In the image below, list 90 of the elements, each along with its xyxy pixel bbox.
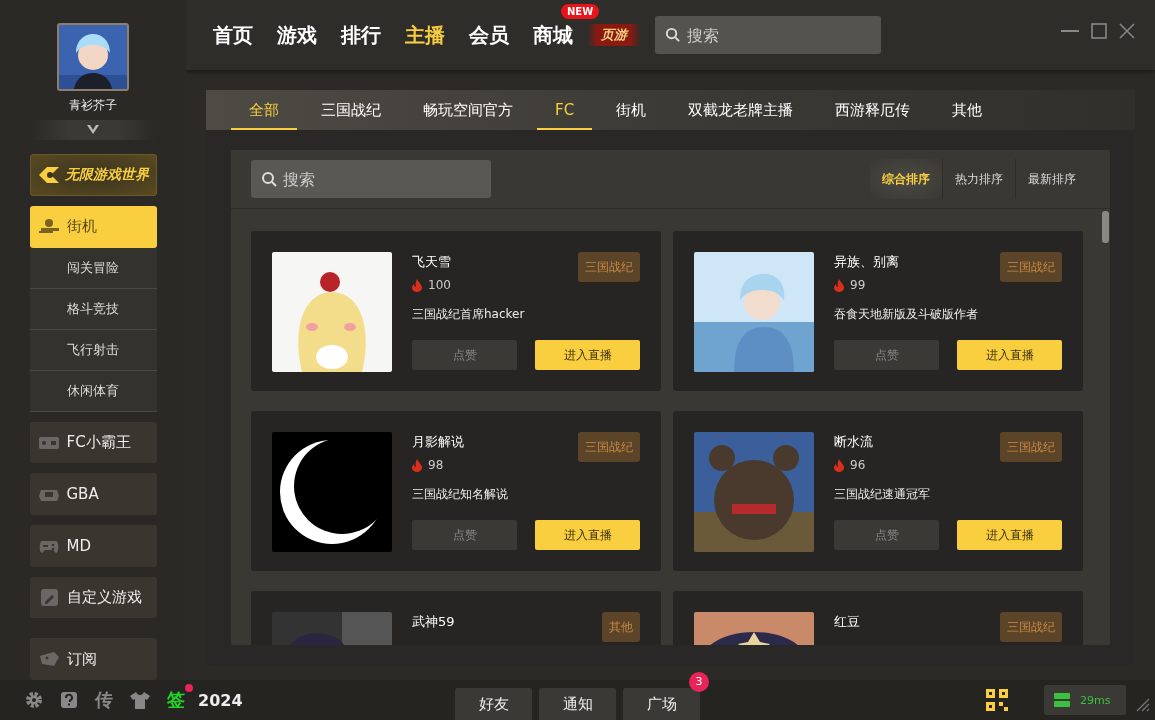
category-tab[interactable]: 街机	[598, 90, 665, 130]
nav-tab[interactable]: 首页	[213, 21, 253, 49]
heat-count: 98	[428, 458, 444, 472]
streamer-description: 三国战纪首席hacker	[412, 306, 526, 323]
sidebar-item[interactable]: 自定义游戏	[29, 576, 157, 619]
flame-icon	[834, 278, 844, 292]
heat-count: 100	[428, 278, 451, 292]
server-icon	[1054, 693, 1070, 707]
category-tab[interactable]: 双截龙老牌主播	[670, 90, 812, 130]
sign-in-tool[interactable]: 签	[167, 688, 185, 712]
category-tab[interactable]: 三国战纪	[303, 90, 399, 130]
heat-count: 99	[850, 278, 866, 292]
sidebar-item[interactable]: GBA	[29, 473, 157, 516]
category-tab[interactable]: FC	[537, 90, 593, 130]
maximize-icon	[1091, 23, 1107, 39]
submenu-item[interactable]: 格斗竞技	[29, 288, 157, 330]
streamer-description: 三国战纪速通冠军	[834, 486, 931, 503]
latency-text: 29ms	[1080, 693, 1111, 707]
enter-stream-button[interactable]: 进入直播	[535, 340, 640, 370]
sidebar-item-label: FC小霸王	[66, 433, 131, 453]
resize-grip-icon	[1136, 698, 1150, 712]
category-tag: 三国战纪	[1000, 612, 1062, 642]
sidebar-item[interactable]: FC小霸王	[29, 421, 157, 464]
logo-text: 无限游戏世界	[65, 166, 149, 185]
help-icon	[60, 691, 78, 709]
streamer-name: 飞天雪	[412, 253, 451, 271]
enter-stream-button[interactable]: 进入直播	[957, 520, 1062, 550]
nav-tab[interactable]: 会员	[469, 21, 509, 49]
nav-tab[interactable]: 游戏	[277, 21, 317, 49]
heat-count: 96	[850, 458, 866, 472]
category-tag: 三国战纪	[578, 432, 640, 462]
flame-icon	[412, 278, 422, 292]
settings-icon	[25, 691, 43, 709]
submenu-item[interactable]: 飞行射击	[29, 329, 157, 371]
category-tag: 三国战纪	[578, 252, 640, 282]
streamer-description: 三国战纪知名解说	[412, 486, 509, 503]
flame-icon	[834, 458, 844, 472]
enter-stream-button[interactable]: 进入直播	[957, 340, 1062, 370]
year-label: 2024	[198, 690, 243, 710]
minimize-icon	[1061, 30, 1079, 32]
nav-tab[interactable]: 主播	[405, 21, 445, 49]
qr-code-icon	[986, 689, 1008, 711]
tshirt-icon	[130, 691, 150, 709]
streamer-name: 武神59	[412, 613, 455, 631]
submenu-item[interactable]: 休闲体育	[29, 370, 157, 412]
sidebar-item[interactable]: 街机	[29, 206, 157, 248]
enter-stream-button[interactable]: 进入直播	[535, 520, 640, 550]
streamer-description: 吞食天地新版及斗破版作者	[834, 306, 979, 323]
category-tab[interactable]: 全部	[231, 90, 297, 130]
category-tag: 其他	[602, 612, 640, 642]
bottom-tab[interactable]: 广场	[623, 688, 700, 720]
search-icon	[261, 171, 277, 187]
sort-option[interactable]: 综合排序	[870, 159, 942, 199]
bottom-tab[interactable]: 好友	[455, 688, 532, 720]
submenu-item[interactable]: 闯关冒险	[29, 247, 157, 289]
streamer-name: 月影解说	[412, 433, 464, 451]
category-tab[interactable]: 西游释厄传	[817, 90, 929, 130]
sidebar-item-label: 自定义游戏	[66, 588, 142, 607]
streamer-name: 异族、别离	[834, 253, 899, 271]
sidebar-item-label: 订阅	[66, 649, 97, 669]
web-games-logo[interactable]: 页游	[587, 24, 641, 46]
category-tag: 三国战纪	[1000, 252, 1062, 282]
user-name: 青衫芥子	[69, 97, 117, 115]
category-tab[interactable]: 畅玩空间官方	[405, 90, 531, 130]
streamer-name: 断水流	[834, 433, 873, 451]
category-tab[interactable]: 其他	[934, 90, 1001, 130]
sidebar-item[interactable]: 订阅	[29, 638, 157, 680]
sidebar-item[interactable]: MD	[29, 525, 157, 567]
sort-option[interactable]: 热力排序	[942, 159, 1015, 199]
streamer-name: 红豆	[834, 613, 860, 631]
search-field[interactable]: 搜索	[655, 16, 881, 54]
scrollbar-thumb[interactable]	[1102, 211, 1109, 243]
close-icon	[1119, 23, 1135, 39]
sidebar-item-label: MD	[66, 536, 91, 555]
logo-icon	[37, 165, 61, 186]
count-badge: 3	[689, 672, 709, 692]
sidebar-item-label: 街机	[66, 217, 97, 237]
search-icon	[665, 27, 680, 42]
sidebar-item-label: GBA	[66, 485, 99, 504]
nav-tab[interactable]: 商城	[533, 21, 573, 49]
person-icon	[38, 217, 59, 236]
new-badge: NEW	[561, 3, 600, 19]
bottom-tab[interactable]: 通知	[539, 688, 616, 720]
sort-option[interactable]: 最新排序	[1015, 159, 1088, 199]
nav-tab[interactable]: 排行	[341, 21, 381, 49]
flame-icon	[412, 458, 422, 472]
search-field[interactable]: 搜索	[251, 160, 491, 198]
legend-tool[interactable]: 传	[95, 688, 113, 712]
edit-icon	[38, 588, 59, 607]
category-tag: 三国战纪	[1000, 432, 1062, 462]
